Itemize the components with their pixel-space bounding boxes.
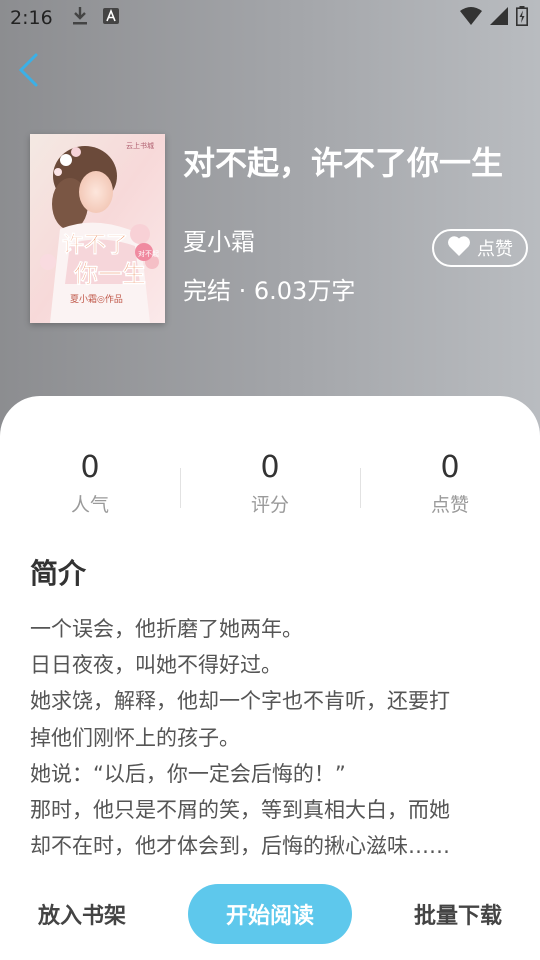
- stat-value: 0: [440, 450, 460, 485]
- stat-divider: [180, 468, 181, 508]
- stat-label: 人气: [70, 494, 109, 516]
- book-meta: 完结 · 6.03万字: [183, 277, 356, 305]
- stat-likes: 0 点赞: [360, 450, 540, 522]
- bottom-action-bar: 放入书架 开始阅读 批量下载: [0, 884, 540, 946]
- stat-rating: 0 评分: [180, 450, 360, 522]
- status-right: [460, 6, 528, 30]
- start-reading-button[interactable]: 开始阅读: [188, 884, 352, 944]
- like-label: 点赞: [477, 239, 513, 260]
- book-title: 对不起，许不了你一生: [183, 144, 504, 182]
- wifi-icon: [460, 7, 482, 29]
- stats-row: 0 人气 0 评分 0 点赞: [0, 450, 540, 522]
- status-icons-left: [71, 6, 119, 30]
- svg-text:夏小霜◎作品: 夏小霜◎作品: [70, 293, 123, 305]
- stat-popularity: 0 人气: [0, 450, 180, 522]
- cellular-icon: [490, 7, 508, 29]
- stat-value: 0: [80, 450, 100, 485]
- chevron-left-icon: [16, 52, 40, 92]
- book-cover[interactable]: 云上书城 许不了 你一生 对不起 夏小霜◎作品: [30, 134, 165, 323]
- intro-heading: 简介: [30, 557, 87, 590]
- like-button[interactable]: 点赞: [432, 229, 528, 267]
- book-author[interactable]: 夏小霜: [183, 222, 255, 257]
- heart-icon: [447, 235, 471, 262]
- batch-download-button[interactable]: 批量下载: [398, 894, 518, 934]
- download-icon: [71, 6, 89, 30]
- intro-text: 一个误会，他折磨了她两年。 日日夜夜，叫她不得好过。 她求饶，解释，他却一个字也…: [30, 611, 520, 864]
- stat-label: 评分: [250, 494, 289, 516]
- intro-line: 一个误会，他折磨了她两年。: [30, 617, 303, 641]
- status-bar: 2:16: [0, 0, 540, 36]
- intro-line: 掉他们刚怀上的孩子。: [30, 725, 240, 750]
- status-time: 2:16: [10, 7, 53, 29]
- stat-divider: [360, 468, 361, 508]
- intro-line: 她求饶，解释，他却一个字也不肯听，还要打: [30, 689, 450, 714]
- stat-label: 点赞: [430, 494, 469, 516]
- stat-value: 0: [260, 450, 280, 485]
- svg-text:云上书城: 云上书城: [126, 141, 154, 150]
- a-text-icon: [102, 8, 119, 28]
- battery-icon: [516, 6, 528, 30]
- status-left: 2:16: [10, 6, 119, 30]
- intro-line: 日日夜夜，叫她不得好过。: [30, 653, 282, 678]
- intro-line: 那时，他只是不屑的笑，等到真相大白，而她: [30, 798, 450, 823]
- svg-text:许不了: 许不了: [62, 232, 128, 258]
- intro-line: 她说：“以后，你一定会后悔的！”: [30, 761, 346, 786]
- intro-line: 却不在时，他才体会到，后悔的揪心滋味……: [30, 834, 450, 859]
- svg-text:你一生: 你一生: [73, 259, 146, 288]
- back-button[interactable]: [10, 52, 46, 92]
- svg-text:对不起: 对不起: [138, 249, 159, 258]
- add-to-shelf-button[interactable]: 放入书架: [22, 894, 142, 934]
